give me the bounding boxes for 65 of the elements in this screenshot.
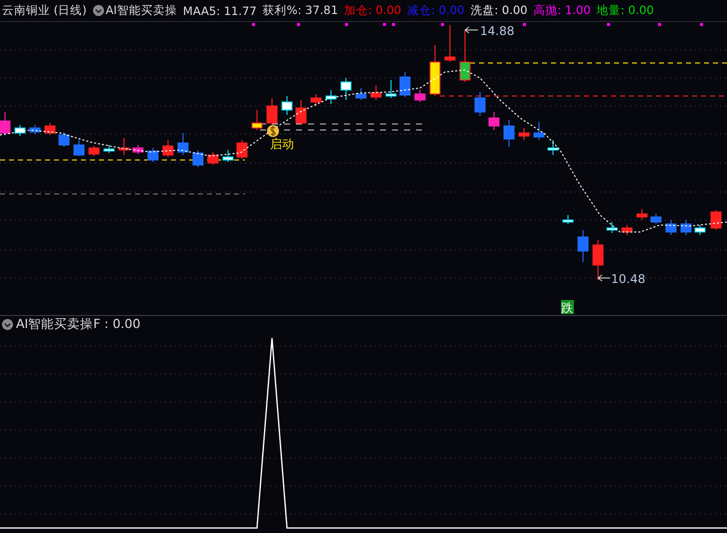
candle — [650, 214, 662, 224]
indicator-value: 加仓: 0.00 — [344, 3, 402, 18]
candle — [192, 150, 204, 168]
candle — [104, 144, 114, 154]
low-price-label: 10.48 — [611, 272, 646, 286]
indicator-value: 减仓: 0.00 — [407, 3, 464, 18]
indicator-title: AI智能买卖操F : 0.00 — [16, 316, 140, 332]
candle — [474, 92, 486, 116]
collapse-icon[interactable] — [2, 318, 13, 330]
candle — [296, 100, 306, 126]
indicator-value: 洗盘: 0.00 — [470, 3, 528, 18]
candle — [208, 152, 218, 166]
candle — [118, 138, 130, 156]
candle — [132, 144, 144, 154]
candle — [74, 140, 84, 156]
candle — [460, 30, 470, 82]
stock-title: 云南铜业 (日线) — [2, 3, 87, 18]
indicator-value: 高抛: 1.00 — [534, 3, 591, 18]
candle — [44, 122, 56, 136]
start-signal-label: 启动 — [270, 137, 294, 151]
candle — [178, 132, 188, 156]
candle — [414, 90, 426, 102]
candle — [370, 84, 382, 100]
candle — [88, 146, 100, 156]
candle — [666, 220, 676, 236]
candle — [326, 90, 336, 104]
candle — [356, 88, 366, 100]
candle — [0, 112, 10, 136]
candle — [282, 96, 292, 116]
indicator-value: MAA5: 11.77 — [182, 4, 257, 18]
candle — [578, 230, 588, 262]
indicator-value: 地量: 0.00 — [596, 3, 654, 18]
candle — [400, 72, 410, 98]
candle — [518, 128, 530, 140]
low-pointer-icon — [598, 274, 610, 282]
indicator-value: 获利%: 37.81 — [262, 3, 338, 18]
candle — [548, 140, 558, 156]
candle — [252, 110, 262, 130]
high-pointer-icon — [464, 26, 478, 34]
candle — [534, 122, 544, 140]
high-price-label: 14.88 — [480, 24, 514, 38]
candle — [710, 210, 722, 230]
candle — [340, 78, 352, 100]
candle — [14, 124, 26, 136]
candle — [386, 80, 396, 98]
collapse-icon[interactable] — [92, 5, 104, 16]
candle — [310, 94, 322, 106]
candle — [58, 132, 70, 148]
candle — [694, 224, 706, 236]
candle — [444, 24, 456, 62]
candle — [222, 150, 234, 162]
candle — [488, 112, 500, 130]
candle — [562, 214, 574, 224]
fall-signal-badge: 跌 — [561, 300, 574, 315]
candle — [30, 124, 40, 134]
candle — [680, 220, 692, 236]
candle — [592, 240, 604, 280]
candle — [236, 140, 248, 160]
candle — [162, 140, 174, 158]
candle — [148, 148, 158, 162]
candle — [430, 44, 440, 96]
candle — [504, 120, 514, 148]
candle — [606, 222, 618, 234]
candle — [636, 208, 648, 220]
indicator-name: AI智能买卖操 — [106, 3, 177, 18]
